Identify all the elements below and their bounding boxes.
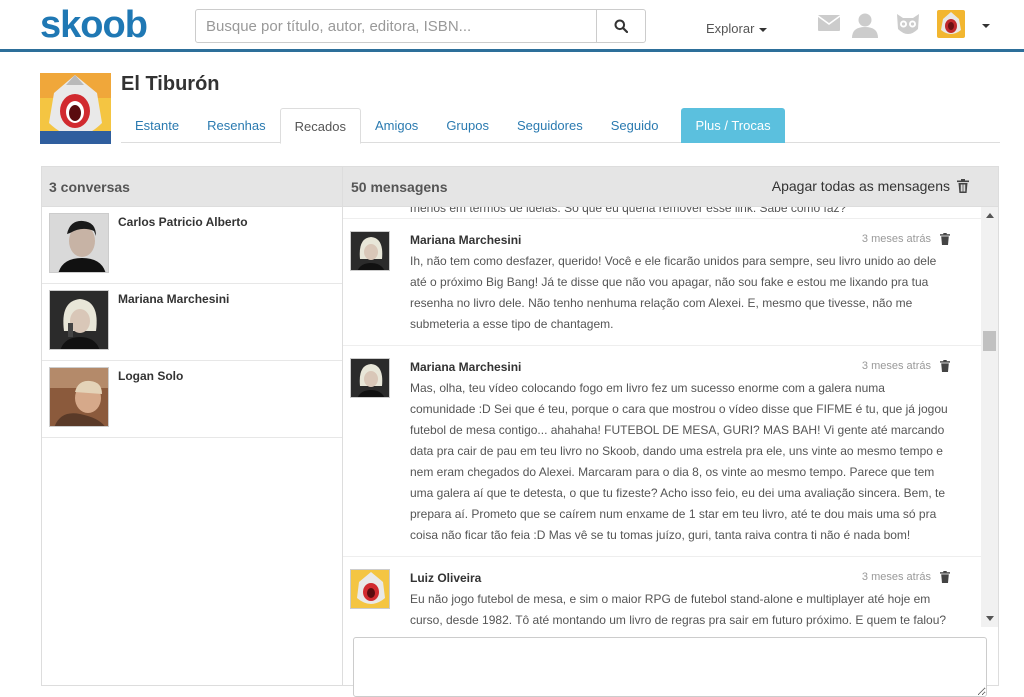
messages-panel: 50 mensagens Apagar todas as mensagens m…	[343, 166, 999, 697]
search-icon	[614, 19, 628, 33]
trash-icon[interactable]	[940, 360, 950, 372]
avatar[interactable]	[350, 569, 390, 609]
tab-recados[interactable]: Recados	[279, 108, 361, 144]
tab-seguidores[interactable]: Seguidores	[503, 108, 597, 143]
user-menu-chevron-icon[interactable]	[982, 24, 990, 28]
avatar	[49, 367, 109, 427]
scroll-up-arrow-icon[interactable]	[981, 207, 998, 224]
search-button[interactable]	[596, 10, 645, 42]
conversation-name: Mariana Marchesini	[118, 292, 230, 306]
conversation-item[interactable]: Carlos Patricio Alberto	[42, 207, 342, 284]
avatar	[49, 290, 109, 350]
person-photo-icon	[50, 214, 108, 272]
messages-count: 50 mensagens	[351, 179, 448, 195]
avatar	[49, 213, 109, 273]
delete-all-button[interactable]: Apagar todas as mensagens	[772, 178, 950, 194]
conversation-item[interactable]: Logan Solo	[42, 361, 342, 438]
message-time: 3 meses atrás	[861, 233, 931, 245]
owl-icon[interactable]	[894, 11, 922, 39]
scroll-down-arrow-icon[interactable]	[981, 610, 998, 627]
profile-avatar	[40, 73, 111, 144]
message-text: Ih, não tem como desfazer, querido! Você…	[410, 254, 937, 331]
avatar[interactable]	[350, 358, 390, 398]
conversations-header: 3 conversas	[42, 167, 342, 207]
explore-label: Explorar	[706, 21, 755, 36]
person-photo-icon	[351, 359, 389, 397]
person-photo-icon	[351, 232, 389, 270]
envelope-icon[interactable]	[817, 14, 841, 32]
reply-textarea[interactable]	[353, 637, 987, 697]
message-item: Mariana Marchesini 3 meses atrás Ih, não…	[343, 219, 981, 346]
shark-avatar-icon	[351, 570, 389, 608]
conversations-panel: 3 conversas Carlos Patricio Alberto Mari…	[41, 166, 343, 686]
message-time: 3 meses atrás	[861, 571, 931, 583]
tab-amigos[interactable]: Amigos	[361, 108, 432, 143]
tab-estante[interactable]: Estante	[121, 108, 193, 143]
person-photo-icon	[50, 291, 108, 349]
tab-plus-trocas[interactable]: Plus / Trocas	[681, 108, 785, 143]
message-text: Eu não jogo futebol de mesa, e sim o mai…	[410, 592, 947, 627]
shark-avatar-icon	[937, 10, 965, 38]
avatar[interactable]	[350, 231, 390, 271]
trash-icon[interactable]	[940, 233, 950, 245]
explore-menu[interactable]: Explorar	[706, 21, 768, 36]
messages-header: 50 mensagens Apagar todas as mensagens	[343, 167, 998, 207]
message-text: Mas, olha, teu vídeo colocando fogo em l…	[410, 381, 948, 542]
user-icon[interactable]	[850, 12, 880, 38]
tab-grupos[interactable]: Grupos	[432, 108, 503, 143]
top-navbar: skoob Explorar	[0, 0, 1024, 52]
scrollbar-thumb[interactable]	[983, 331, 996, 351]
message-text-partial: menos em termos de ideias. Só que eu que…	[343, 207, 981, 219]
chevron-down-icon	[759, 27, 768, 32]
conversation-name: Logan Solo	[118, 369, 184, 383]
conversation-name: Carlos Patricio Alberto	[118, 215, 248, 229]
user-avatar[interactable]	[937, 10, 965, 38]
profile-tabs: Estante Resenhas Recados Amigos Grupos S…	[121, 108, 1000, 144]
search-input[interactable]	[196, 10, 596, 42]
tab-seguidos[interactable]: Seguido	[597, 108, 673, 143]
messages-scrollbar[interactable]	[981, 207, 998, 627]
message-item: Luiz Oliveira 3 meses atrás Eu não jogo …	[343, 557, 981, 627]
search-box	[195, 9, 646, 43]
shark-avatar-icon	[40, 73, 111, 144]
trash-icon[interactable]	[940, 571, 950, 583]
messages-list: menos em termos de ideias. Só que eu que…	[343, 207, 981, 627]
profile-name: El Tiburón	[121, 73, 220, 95]
message-item: Mariana Marchesini 3 meses atrás Mas, ol…	[343, 346, 981, 557]
conversation-item[interactable]: Mariana Marchesini	[42, 284, 342, 361]
tab-resenhas[interactable]: Resenhas	[193, 108, 280, 143]
skoob-logo[interactable]: skoob	[40, 4, 148, 47]
person-photo-icon	[50, 368, 108, 426]
message-time: 3 meses atrás	[861, 360, 931, 372]
trash-icon[interactable]	[957, 179, 969, 193]
